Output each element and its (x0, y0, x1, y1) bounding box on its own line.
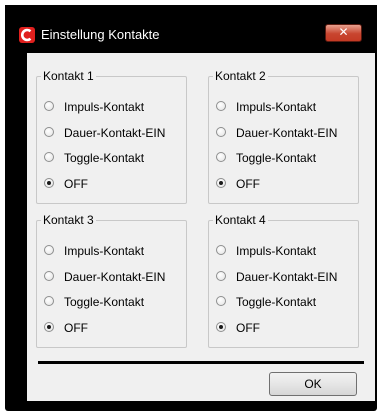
dialog-content: Kontakt 1 Impuls-Kontakt Dauer-Kontakt-E… (27, 53, 375, 401)
ok-button[interactable]: OK (269, 372, 357, 396)
app-logo-icon (19, 27, 35, 43)
group-label: Kontakt 4 (213, 212, 268, 228)
group-kontakt-3: Kontakt 3 Impuls-Kontakt Dauer-Kontakt-E… (36, 212, 187, 348)
radio-button[interactable] (44, 152, 54, 162)
separator-line (38, 361, 364, 364)
radio-button-selected[interactable] (44, 178, 54, 188)
option-label: Toggle-Kontakt (236, 295, 317, 309)
option-label: Dauer-Kontakt-EIN (236, 270, 338, 284)
radio-button[interactable] (216, 271, 226, 281)
radio-button-selected[interactable] (216, 178, 226, 188)
radio-button[interactable] (216, 296, 226, 306)
radio-button[interactable] (216, 152, 226, 162)
option-label: Impuls-Kontakt (64, 244, 145, 258)
radio-button-selected[interactable] (44, 322, 54, 332)
option-label: Dauer-Kontakt-EIN (64, 270, 166, 284)
option-label: Dauer-Kontakt-EIN (64, 126, 166, 140)
window-title: Einstellung Kontakte (41, 27, 160, 42)
group-kontakt-1: Kontakt 1 Impuls-Kontakt Dauer-Kontakt-E… (36, 68, 187, 204)
option-label: Dauer-Kontakt-EIN (236, 126, 338, 140)
option-label: Impuls-Kontakt (64, 100, 145, 114)
option-label: Toggle-Kontakt (236, 151, 317, 165)
radio-button-selected[interactable] (216, 322, 226, 332)
group-label: Kontakt 2 (213, 68, 268, 84)
radio-button[interactable] (216, 245, 226, 255)
option-label: OFF (236, 321, 260, 335)
group-kontakt-4: Kontakt 4 Impuls-Kontakt Dauer-Kontakt-E… (208, 212, 359, 348)
option-label: OFF (236, 177, 260, 191)
radio-button[interactable] (216, 127, 226, 137)
group-kontakt-2: Kontakt 2 Impuls-Kontakt Dauer-Kontakt-E… (208, 68, 359, 204)
radio-button[interactable] (44, 296, 54, 306)
close-button[interactable]: ✕ (325, 24, 362, 42)
option-label: Impuls-Kontakt (236, 100, 317, 114)
close-icon: ✕ (338, 25, 349, 39)
dialog-window: Einstellung Kontakte ✕ Kontakt 1 Impuls-… (5, 5, 377, 411)
radio-button[interactable] (44, 127, 54, 137)
radio-button[interactable] (44, 245, 54, 255)
title-bar[interactable]: Einstellung Kontakte ✕ (5, 5, 377, 53)
radio-button[interactable] (44, 271, 54, 281)
radio-button[interactable] (216, 101, 226, 111)
option-label: Toggle-Kontakt (64, 295, 145, 309)
group-label: Kontakt 3 (41, 212, 96, 228)
option-label: Impuls-Kontakt (236, 244, 317, 258)
option-label: OFF (64, 321, 88, 335)
group-label: Kontakt 1 (41, 68, 96, 84)
option-label: Toggle-Kontakt (64, 151, 145, 165)
radio-button[interactable] (44, 101, 54, 111)
option-label: OFF (64, 177, 88, 191)
